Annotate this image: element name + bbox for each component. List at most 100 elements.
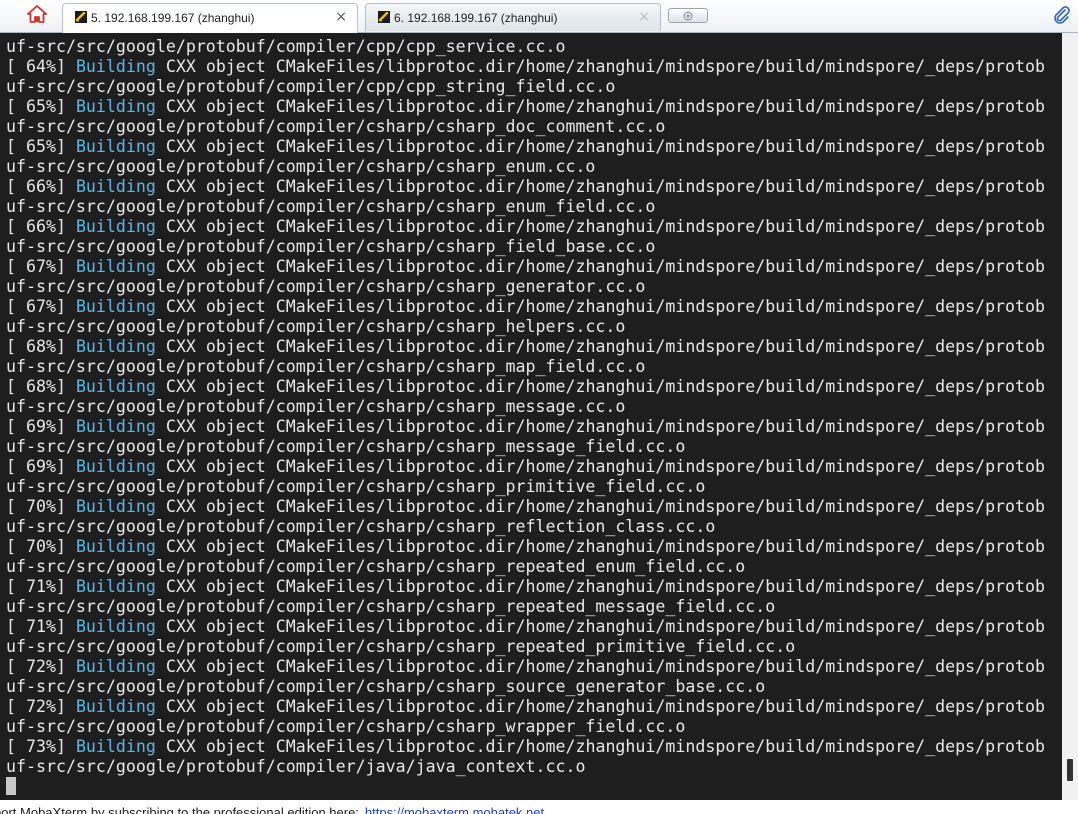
build-target: CXX object CMakeFiles/libprotoc.dir/home… xyxy=(155,177,1046,196)
build-keyword: Building xyxy=(75,417,156,436)
status-bar: port MobaXterm by subscribing to the pro… xyxy=(0,800,1078,814)
line-text: uf-src/src/google/protobuf/compiler/csha… xyxy=(6,357,646,376)
terminal-line: uf-src/src/google/protobuf/compiler/csha… xyxy=(6,717,1045,737)
line-text: uf-src/src/google/protobuf/compiler/csha… xyxy=(6,477,706,496)
build-target: CXX object CMakeFiles/libprotoc.dir/home… xyxy=(155,297,1046,316)
terminal-line: [ 66%] Building CXX object CMakeFiles/li… xyxy=(6,217,1045,237)
terminal-line: uf-src/src/google/protobuf/compiler/csha… xyxy=(6,437,1045,457)
terminal-line: uf-src/src/google/protobuf/compiler/csha… xyxy=(6,477,1045,497)
build-keyword: Building xyxy=(75,297,156,316)
new-tab-icon xyxy=(683,6,693,25)
terminal-line: [ 73%] Building CXX object CMakeFiles/li… xyxy=(6,737,1045,757)
terminal-cursor xyxy=(6,777,16,795)
line-text: uf-src/src/google/protobuf/compiler/cpp/… xyxy=(6,77,616,96)
line-text: uf-src/src/google/protobuf/compiler/csha… xyxy=(6,637,796,656)
close-icon[interactable]: × xyxy=(335,9,347,25)
terminal-line: [ 66%] Building CXX object CMakeFiles/li… xyxy=(6,177,1045,197)
build-target: CXX object CMakeFiles/libprotoc.dir/home… xyxy=(155,617,1046,636)
line-text: uf-src/src/google/protobuf/compiler/csha… xyxy=(6,237,656,256)
subscribe-link[interactable]: https://mobaxterm.mobatek.net xyxy=(365,805,544,814)
terminal-line: uf-src/src/google/protobuf/compiler/cpp/… xyxy=(6,37,1045,57)
home-button[interactable] xyxy=(22,4,52,28)
terminal-line: [ 70%] Building CXX object CMakeFiles/li… xyxy=(6,537,1045,557)
home-icon xyxy=(27,5,47,27)
terminal-line: [ 72%] Building CXX object CMakeFiles/li… xyxy=(6,657,1045,677)
build-keyword: Building xyxy=(75,537,156,556)
build-keyword: Building xyxy=(75,217,156,236)
build-target: CXX object CMakeFiles/libprotoc.dir/home… xyxy=(155,537,1046,556)
terminal-line: [ 67%] Building CXX object CMakeFiles/li… xyxy=(6,297,1045,317)
line-text: uf-src/src/google/protobuf/compiler/cpp/… xyxy=(6,37,566,56)
progress-percent: [ 70%] xyxy=(6,537,76,556)
paperclip-icon[interactable] xyxy=(1052,5,1072,25)
build-keyword: Building xyxy=(75,377,156,396)
build-target: CXX object CMakeFiles/libprotoc.dir/home… xyxy=(155,737,1046,756)
terminal-line: uf-src/src/google/protobuf/compiler/csha… xyxy=(6,677,1045,697)
progress-percent: [ 72%] xyxy=(6,697,76,716)
build-keyword: Building xyxy=(75,137,156,156)
build-target: CXX object CMakeFiles/libprotoc.dir/home… xyxy=(155,577,1046,596)
terminal-line: uf-src/src/google/protobuf/compiler/csha… xyxy=(6,317,1045,337)
build-keyword: Building xyxy=(75,97,156,116)
build-keyword: Building xyxy=(75,697,156,716)
progress-percent: [ 67%] xyxy=(6,257,76,276)
terminal-line: uf-src/src/google/protobuf/compiler/csha… xyxy=(6,557,1045,577)
tab-title: 6. 192.168.199.167 (zhanghui) xyxy=(394,11,558,25)
progress-percent: [ 66%] xyxy=(6,177,76,196)
terminal-session-icon xyxy=(75,11,87,23)
status-message: port MobaXterm by subscribing to the pro… xyxy=(0,805,359,814)
build-target: CXX object CMakeFiles/libprotoc.dir/home… xyxy=(155,377,1046,396)
terminal-line: uf-src/src/google/protobuf/compiler/csha… xyxy=(6,277,1045,297)
terminal-line: [ 65%] Building CXX object CMakeFiles/li… xyxy=(6,137,1045,157)
progress-percent: [ 69%] xyxy=(6,417,76,436)
build-target: CXX object CMakeFiles/libprotoc.dir/home… xyxy=(155,217,1046,236)
build-target: CXX object CMakeFiles/libprotoc.dir/home… xyxy=(155,497,1046,516)
progress-percent: [ 71%] xyxy=(6,577,76,596)
terminal-line: uf-src/src/google/protobuf/compiler/csha… xyxy=(6,237,1045,257)
build-target: CXX object CMakeFiles/libprotoc.dir/home… xyxy=(155,457,1046,476)
progress-percent: [ 65%] xyxy=(6,137,76,156)
tab-session-5[interactable]: 5. 192.168.199.167 (zhanghui) × xyxy=(62,3,358,33)
terminal-line: uf-src/src/google/protobuf/compiler/csha… xyxy=(6,117,1045,137)
line-text: uf-src/src/google/protobuf/compiler/csha… xyxy=(6,717,686,736)
terminal-line: [ 68%] Building CXX object CMakeFiles/li… xyxy=(6,337,1045,357)
terminal-line: uf-src/src/google/protobuf/compiler/csha… xyxy=(6,197,1045,217)
progress-percent: [ 68%] xyxy=(6,337,76,356)
tab-session-6[interactable]: 6. 192.168.199.167 (zhanghui) × xyxy=(365,3,661,31)
terminal-line: uf-src/src/google/protobuf/compiler/csha… xyxy=(6,637,1045,657)
progress-percent: [ 67%] xyxy=(6,297,76,316)
terminal-session-icon xyxy=(378,11,390,23)
scrollbar-thumb[interactable] xyxy=(1067,759,1073,781)
line-text: uf-src/src/google/protobuf/compiler/csha… xyxy=(6,557,746,576)
progress-percent: [ 66%] xyxy=(6,217,76,236)
terminal-lines: uf-src/src/google/protobuf/compiler/cpp/… xyxy=(6,37,1045,797)
build-keyword: Building xyxy=(75,737,156,756)
tab-bar: 5. 192.168.199.167 (zhanghui) × 6. 192.1… xyxy=(0,0,1078,33)
terminal-line: uf-src/src/google/protobuf/compiler/cpp/… xyxy=(6,77,1045,97)
terminal-scrollbar[interactable] xyxy=(1062,33,1078,800)
terminal-line: [ 64%] Building CXX object CMakeFiles/li… xyxy=(6,57,1045,77)
build-target: CXX object CMakeFiles/libprotoc.dir/home… xyxy=(155,57,1046,76)
line-text: uf-src/src/google/protobuf/compiler/csha… xyxy=(6,597,776,616)
line-text: uf-src/src/google/protobuf/compiler/csha… xyxy=(6,397,626,416)
terminal-line: [ 71%] Building CXX object CMakeFiles/li… xyxy=(6,577,1045,597)
terminal-line: [ 70%] Building CXX object CMakeFiles/li… xyxy=(6,497,1045,517)
terminal-line: [ 67%] Building CXX object CMakeFiles/li… xyxy=(6,257,1045,277)
terminal-line: [ 72%] Building CXX object CMakeFiles/li… xyxy=(6,697,1045,717)
progress-percent: [ 71%] xyxy=(6,617,76,636)
line-text: uf-src/src/google/protobuf/compiler/csha… xyxy=(6,437,686,456)
build-target: CXX object CMakeFiles/libprotoc.dir/home… xyxy=(155,697,1046,716)
line-text: uf-src/src/google/protobuf/compiler/csha… xyxy=(6,117,666,136)
new-tab-button[interactable] xyxy=(668,8,708,23)
terminal-line: uf-src/src/google/protobuf/compiler/csha… xyxy=(6,157,1045,177)
build-keyword: Building xyxy=(75,617,156,636)
build-keyword: Building xyxy=(75,457,156,476)
close-icon[interactable]: × xyxy=(638,9,650,25)
terminal-output[interactable]: uf-src/src/google/protobuf/compiler/cpp/… xyxy=(0,33,1062,800)
build-target: CXX object CMakeFiles/libprotoc.dir/home… xyxy=(155,417,1046,436)
progress-percent: [ 73%] xyxy=(6,737,76,756)
build-keyword: Building xyxy=(75,497,156,516)
progress-percent: [ 68%] xyxy=(6,377,76,396)
build-keyword: Building xyxy=(75,57,156,76)
tab-title: 5. 192.168.199.167 (zhanghui) xyxy=(91,11,255,25)
